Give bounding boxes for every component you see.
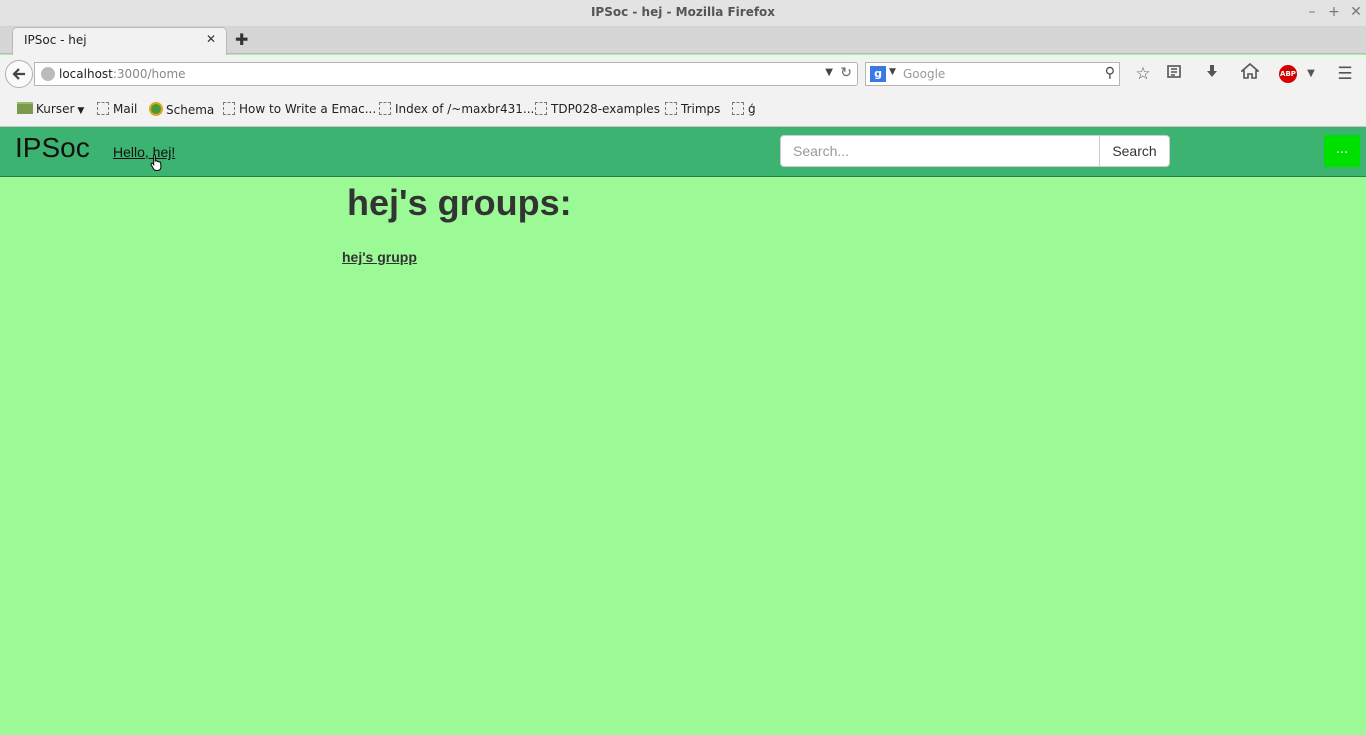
site-identity-icon[interactable]	[41, 67, 55, 81]
home-icon[interactable]	[1239, 62, 1261, 85]
bookmark-label: ģ	[748, 102, 756, 116]
group-link[interactable]: hej's grupp	[342, 249, 417, 265]
bookmarks-toolbar: Kurser ▼ Mail Schema How to Write a Emac.…	[0, 93, 1366, 127]
tab-label: IPSoc - hej	[24, 33, 87, 47]
page-icon	[732, 102, 744, 115]
new-tab-button[interactable]: ✚	[235, 30, 248, 49]
page-icon	[223, 102, 235, 115]
url-history-dropdown-icon[interactable]: ▼	[825, 67, 833, 78]
bookmark-trimps[interactable]: Trimps	[665, 102, 720, 116]
chevron-down-icon: ▼	[77, 106, 85, 116]
page-icon	[379, 102, 391, 115]
url-text[interactable]: localhost:3000/home	[59, 67, 186, 81]
bookmark-tdp028[interactable]: TDP028-examples	[535, 102, 660, 116]
window-title: IPSoc - hej - Mozilla Firefox	[590, 5, 776, 19]
reload-icon[interactable]: ↻	[840, 65, 852, 81]
bookmark-g[interactable]: ģ	[732, 102, 756, 116]
download-arrow-icon	[1207, 65, 1217, 77]
adblock-dropdown-icon[interactable]: ▼	[1300, 63, 1322, 85]
tab-close-icon[interactable]: ✕	[206, 32, 216, 46]
globe-icon	[149, 102, 163, 116]
hand-cursor-icon	[150, 154, 162, 171]
site-search-button[interactable]: Search	[1099, 135, 1170, 167]
web-search-placeholder: Google	[903, 67, 946, 81]
web-search-bar[interactable]: g ▼ Google ⚲	[865, 62, 1120, 86]
menu-icon[interactable]: ☰	[1334, 63, 1356, 85]
clipboard-icon	[1167, 65, 1181, 78]
navigation-toolbar: localhost:3000/home ▼ ↻ g ▼ Google ⚲	[0, 55, 1366, 93]
bookmark-folder-kurser[interactable]: Kurser ▼	[17, 102, 84, 116]
tab-ipsoc[interactable]: IPSoc - hej ✕	[12, 27, 227, 55]
close-window-button[interactable]: ✕	[1347, 3, 1365, 21]
bookmark-label: Schema	[166, 103, 215, 117]
engine-dropdown-icon[interactable]: ▼	[889, 67, 896, 77]
maximize-button[interactable]: +	[1325, 3, 1343, 21]
bookmark-emacs[interactable]: How to Write a Emac...	[223, 102, 376, 116]
url-host: localhost	[59, 67, 113, 81]
downloads-icon[interactable]	[1201, 63, 1223, 85]
back-button[interactable]	[5, 60, 33, 88]
bookmark-label: Trimps	[681, 102, 721, 116]
bookmark-label: Kurser	[36, 102, 75, 116]
house-icon	[1239, 62, 1261, 79]
bookmark-label: How to Write a Emac...	[239, 102, 377, 116]
search-icon[interactable]: ⚲	[1105, 65, 1115, 81]
bookmark-label: Index of /~maxbr431...	[395, 102, 535, 116]
bookmark-mail[interactable]: Mail	[97, 102, 137, 116]
site-header: IPSoc Hello, hej! Search ...	[0, 127, 1366, 177]
url-bar[interactable]: localhost:3000/home ▼ ↻	[34, 62, 858, 86]
bookmark-star-icon[interactable]: ☆	[1132, 63, 1154, 85]
google-engine-icon[interactable]: g	[870, 66, 886, 82]
reading-list-icon[interactable]	[1163, 63, 1185, 85]
folder-icon	[17, 102, 33, 114]
url-path: :3000/home	[112, 67, 186, 81]
window-titlebar: IPSoc - hej - Mozilla Firefox – + ✕	[0, 0, 1366, 27]
site-brand[interactable]: IPSoc	[15, 132, 90, 164]
back-arrow-icon	[12, 68, 25, 80]
page-icon	[535, 102, 547, 115]
bookmark-label: TDP028-examples	[551, 102, 660, 116]
minimize-button[interactable]: –	[1303, 3, 1321, 21]
bookmark-schema[interactable]: Schema	[149, 102, 214, 117]
more-button[interactable]: ...	[1324, 135, 1360, 167]
site-search-input[interactable]	[780, 135, 1100, 167]
bookmark-label: Mail	[113, 102, 138, 116]
tab-bar: IPSoc - hej ✕ ✚	[0, 27, 1366, 55]
page-icon	[665, 102, 677, 115]
page-title: hej's groups:	[347, 182, 572, 223]
adblock-icon[interactable]: ABP	[1279, 65, 1297, 83]
user-greeting-link[interactable]: Hello, hej!	[113, 144, 175, 160]
bookmark-index[interactable]: Index of /~maxbr431...	[379, 102, 534, 116]
page-icon	[97, 102, 109, 115]
